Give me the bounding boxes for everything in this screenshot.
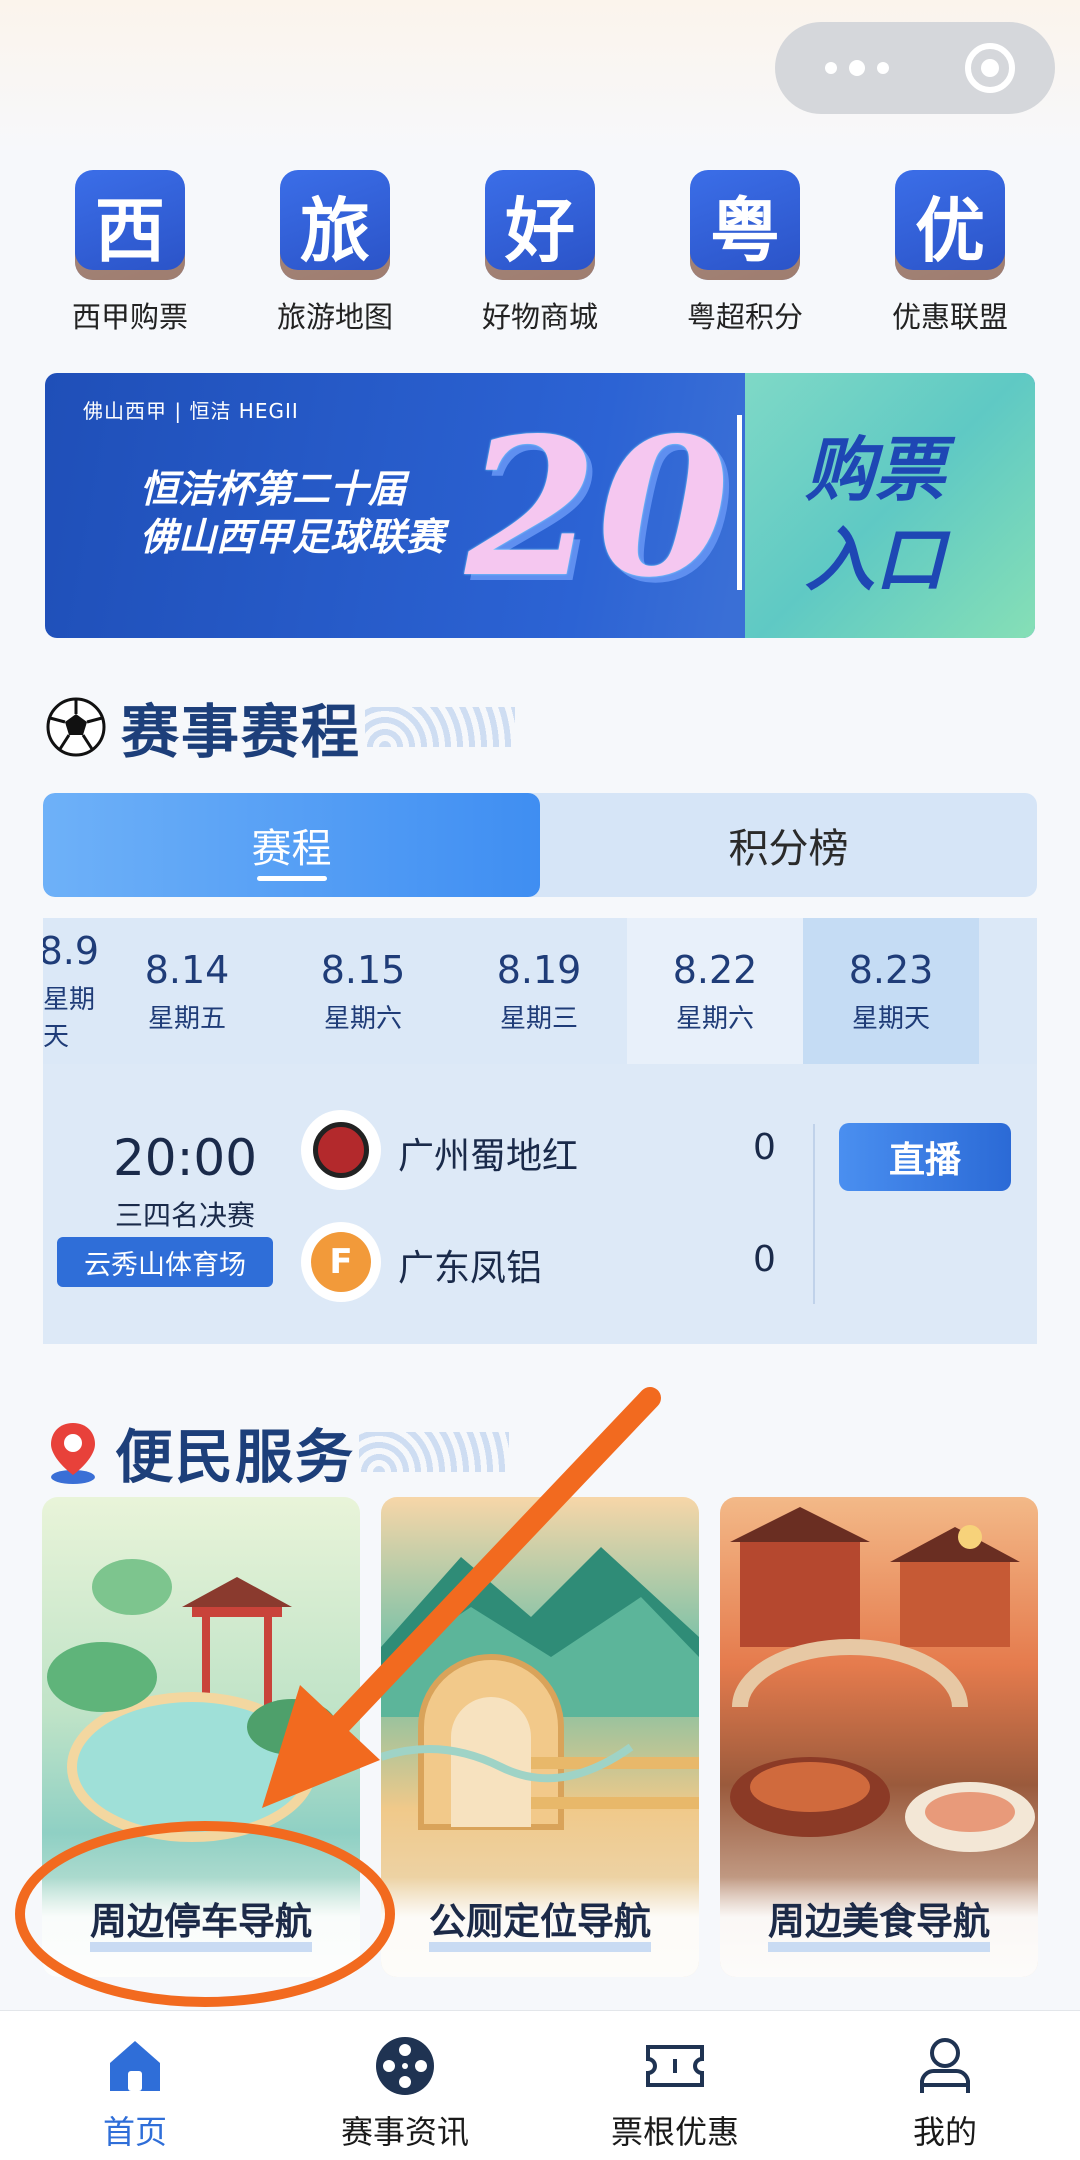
banner-divider (737, 415, 742, 590)
schedule-tabs: 赛程 积分榜 (43, 793, 1037, 897)
card-divider (813, 1124, 815, 1304)
toilet-illustration (381, 1547, 699, 1830)
away-team-logo: F (301, 1222, 381, 1302)
date-text: 8.15 (320, 947, 406, 992)
ticket-banner[interactable]: 佛山西甲 | 恒洁 HEGII 恒洁杯第二十届 佛山西甲足球联赛 20 购票 入… (45, 373, 1035, 638)
date-item[interactable]: 8.19 星期三 (451, 918, 627, 1064)
food-navigation-card[interactable]: 周边美食导航 (720, 1497, 1038, 1977)
parking-illustration (47, 1559, 337, 1842)
tab-standings[interactable]: 积分榜 (540, 793, 1037, 897)
user-icon (920, 2038, 970, 2093)
date-text: 8.19 (496, 947, 582, 992)
quick-entry-label: 好物商城 (481, 300, 598, 334)
food-illustration (730, 1507, 1035, 1852)
home-icon (110, 2041, 160, 2091)
nav-home[interactable]: 首页 (0, 2011, 270, 2160)
weekday-text: 星期天 (43, 985, 96, 1052)
mini-program-capsule[interactable] (775, 22, 1055, 114)
buy-ticket-entry[interactable]: 购票 入口 (805, 425, 1035, 605)
service-cards: 周边停车导航 公厕定位导航 周边美食导航 (42, 1497, 1038, 1977)
date-text: 8.14 (144, 947, 230, 992)
quick-entry-label: 粤超积分 (686, 300, 803, 334)
nav-label: 我的 (912, 2113, 977, 2151)
banner-title-line: 恒洁杯第二十届 (140, 467, 407, 511)
match-time: 20:00 (112, 1129, 258, 1187)
nav-label: 首页 (102, 2113, 167, 2151)
services-section-title: 便民服务 (45, 1410, 510, 1494)
quick-entry-tickets[interactable]: 西 西甲购票 (40, 170, 220, 340)
date-item[interactable]: 8.23 星期天 (803, 918, 979, 1064)
away-team-score: 0 (753, 1239, 776, 1280)
quick-entry-travel-map[interactable]: 旅 旅游地图 (245, 170, 425, 340)
service-label-area: 周边美食导航 (720, 1877, 1038, 1977)
nav-profile[interactable]: 我的 (810, 2011, 1080, 2160)
nav-label: 赛事资讯 (340, 2113, 469, 2151)
bottom-navigation: 首页 赛事资讯 票根优惠 我的 (0, 2010, 1080, 2160)
banner-anniversary-number: 20 (465, 396, 730, 619)
home-team-name: 广州蜀地红 (398, 1136, 579, 1177)
home-team-score: 0 (753, 1127, 776, 1168)
date-text: 8.9 (43, 929, 99, 973)
date-item[interactable]: 8.15 星期六 (275, 918, 451, 1064)
nav-match-news[interactable]: 赛事资讯 (270, 2011, 540, 2160)
film-reel-icon (376, 2037, 434, 2095)
weekday-text: 星期五 (147, 1003, 226, 1034)
live-button[interactable]: 直播 (839, 1123, 1011, 1191)
quick-entry-mall[interactable]: 好 好物商城 (450, 170, 630, 340)
quick-entry-discount-alliance[interactable]: 优 优惠联盟 (860, 170, 1040, 340)
close-icon[interactable] (965, 43, 1015, 93)
date-text: 8.22 (672, 947, 758, 992)
tickets-icon: 西 (75, 170, 185, 280)
banner-cta-line: 入口 (805, 519, 945, 601)
nav-label: 票根优惠 (610, 2113, 739, 2151)
banner-title: 恒洁杯第二十届 佛山西甲足球联赛 (140, 465, 444, 561)
parking-navigation-card[interactable]: 周边停车导航 (42, 1497, 360, 1977)
date-item[interactable]: 8.9 星期天 (43, 918, 99, 1064)
service-label: 周边美食导航 (768, 1902, 990, 1952)
weekday-text: 星期六 (675, 1003, 754, 1034)
date-item-selected[interactable]: 8.22 星期六 (627, 918, 803, 1064)
wave-decoration (359, 1432, 510, 1472)
weekday-text: 星期三 (499, 1003, 578, 1034)
wave-decoration (365, 707, 516, 747)
home-team-logo (301, 1110, 381, 1190)
points-icon: 粤 (690, 170, 800, 280)
banner-title-line: 佛山西甲足球联赛 (140, 515, 445, 559)
location-pin-icon (51, 1423, 95, 1484)
tab-schedule[interactable]: 赛程 (43, 793, 540, 897)
mall-icon: 好 (485, 170, 595, 280)
date-item[interactable]: 8.14 星期五 (99, 918, 275, 1064)
match-round: 三四名决赛 (114, 1199, 255, 1232)
quick-entry-points[interactable]: 粤 粤超积分 (655, 170, 835, 340)
date-text: 8.23 (848, 947, 934, 992)
nav-ticket-discount[interactable]: 票根优惠 (540, 2011, 810, 2160)
schedule-section-title: 赛事赛程 (45, 685, 516, 769)
banner-cta-line: 购票 (805, 429, 945, 511)
venue-badge[interactable]: 云秀山体育场 (57, 1237, 273, 1287)
quick-entry-label: 西甲购票 (71, 300, 188, 334)
weekday-text: 星期天 (851, 1003, 930, 1034)
section-title-text: 赛事赛程 (121, 698, 362, 766)
soccer-ball-icon (46, 697, 106, 757)
date-strip[interactable]: 8.9 星期天 8.14 星期五 8.15 星期六 8.19 星期三 8.22 … (43, 918, 1037, 1064)
ticket-icon (646, 2045, 704, 2087)
more-icon[interactable] (825, 60, 889, 76)
service-label: 公厕定位导航 (429, 1902, 651, 1952)
weekday-text: 星期六 (323, 1003, 402, 1034)
away-team-name: 广东凤铝 (398, 1248, 543, 1289)
toilet-navigation-card[interactable]: 公厕定位导航 (381, 1497, 699, 1977)
sponsor-logos: 佛山西甲 | 恒洁 HEGII (83, 399, 299, 423)
service-label-area: 公厕定位导航 (381, 1877, 699, 1977)
discount-icon: 优 (895, 170, 1005, 280)
service-label: 周边停车导航 (90, 1902, 312, 1952)
quick-entry-label: 优惠联盟 (891, 300, 1008, 334)
quick-entry-label: 旅游地图 (276, 300, 393, 334)
travel-map-icon: 旅 (280, 170, 390, 280)
match-card[interactable]: 20:00 三四名决赛 云秀山体育场 广州蜀地红 0 F 广东凤铝 0 直播 (43, 1064, 1037, 1344)
quick-entry-row: 西 西甲购票 旅 旅游地图 好 好物商城 粤 粤超积分 优 优惠联盟 (40, 170, 1040, 340)
service-label-area: 周边停车导航 (42, 1877, 360, 1977)
section-title-text: 便民服务 (115, 1423, 356, 1491)
